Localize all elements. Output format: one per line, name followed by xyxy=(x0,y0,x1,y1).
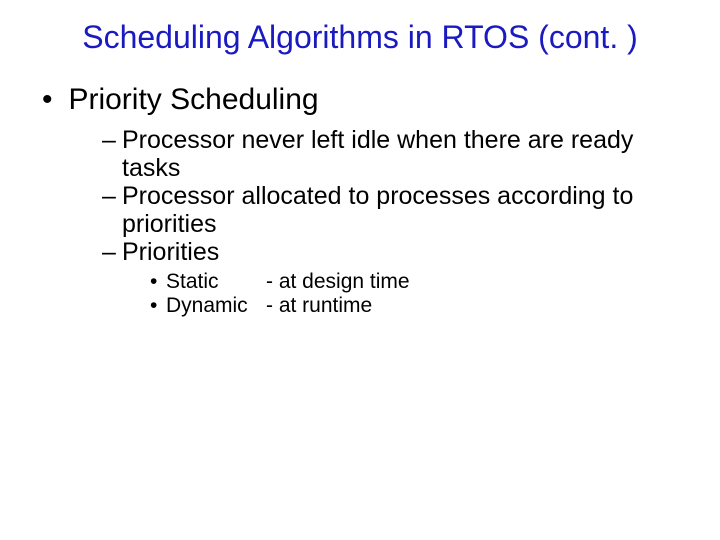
bullet-dot-icon: • xyxy=(150,270,166,294)
level2-text: Processor allocated to processes accordi… xyxy=(122,182,672,238)
level2-item: – Priorities xyxy=(102,238,690,266)
level2-text: Priorities xyxy=(122,238,219,266)
level2-item: – Processor allocated to processes accor… xyxy=(102,182,690,238)
level3-list: • Static - at design time • Dynamic - at… xyxy=(150,270,690,318)
level3-item: • Dynamic - at runtime xyxy=(150,294,690,318)
level3-desc: - at runtime xyxy=(266,294,372,318)
level3-label: Static xyxy=(166,270,266,294)
dash-icon: – xyxy=(102,182,122,210)
bullet-dot-icon: • xyxy=(150,294,166,318)
dash-icon: – xyxy=(102,126,122,154)
level3-desc: - at design time xyxy=(266,270,410,294)
level1-text: Priority Scheduling xyxy=(68,83,318,116)
slide: Scheduling Algorithms in RTOS (cont. ) •… xyxy=(0,0,720,540)
dash-icon: – xyxy=(102,238,122,266)
bullet-dot-icon: • xyxy=(42,83,64,116)
level3-label: Dynamic xyxy=(166,294,266,318)
level3-item: • Static - at design time xyxy=(150,270,690,294)
slide-title: Scheduling Algorithms in RTOS (cont. ) xyxy=(30,20,690,55)
bullet-level1: • Priority Scheduling xyxy=(42,83,690,116)
level2-text: Processor never left idle when there are… xyxy=(122,126,672,182)
level2-list: – Processor never left idle when there a… xyxy=(102,126,690,266)
level2-item: – Processor never left idle when there a… xyxy=(102,126,690,182)
